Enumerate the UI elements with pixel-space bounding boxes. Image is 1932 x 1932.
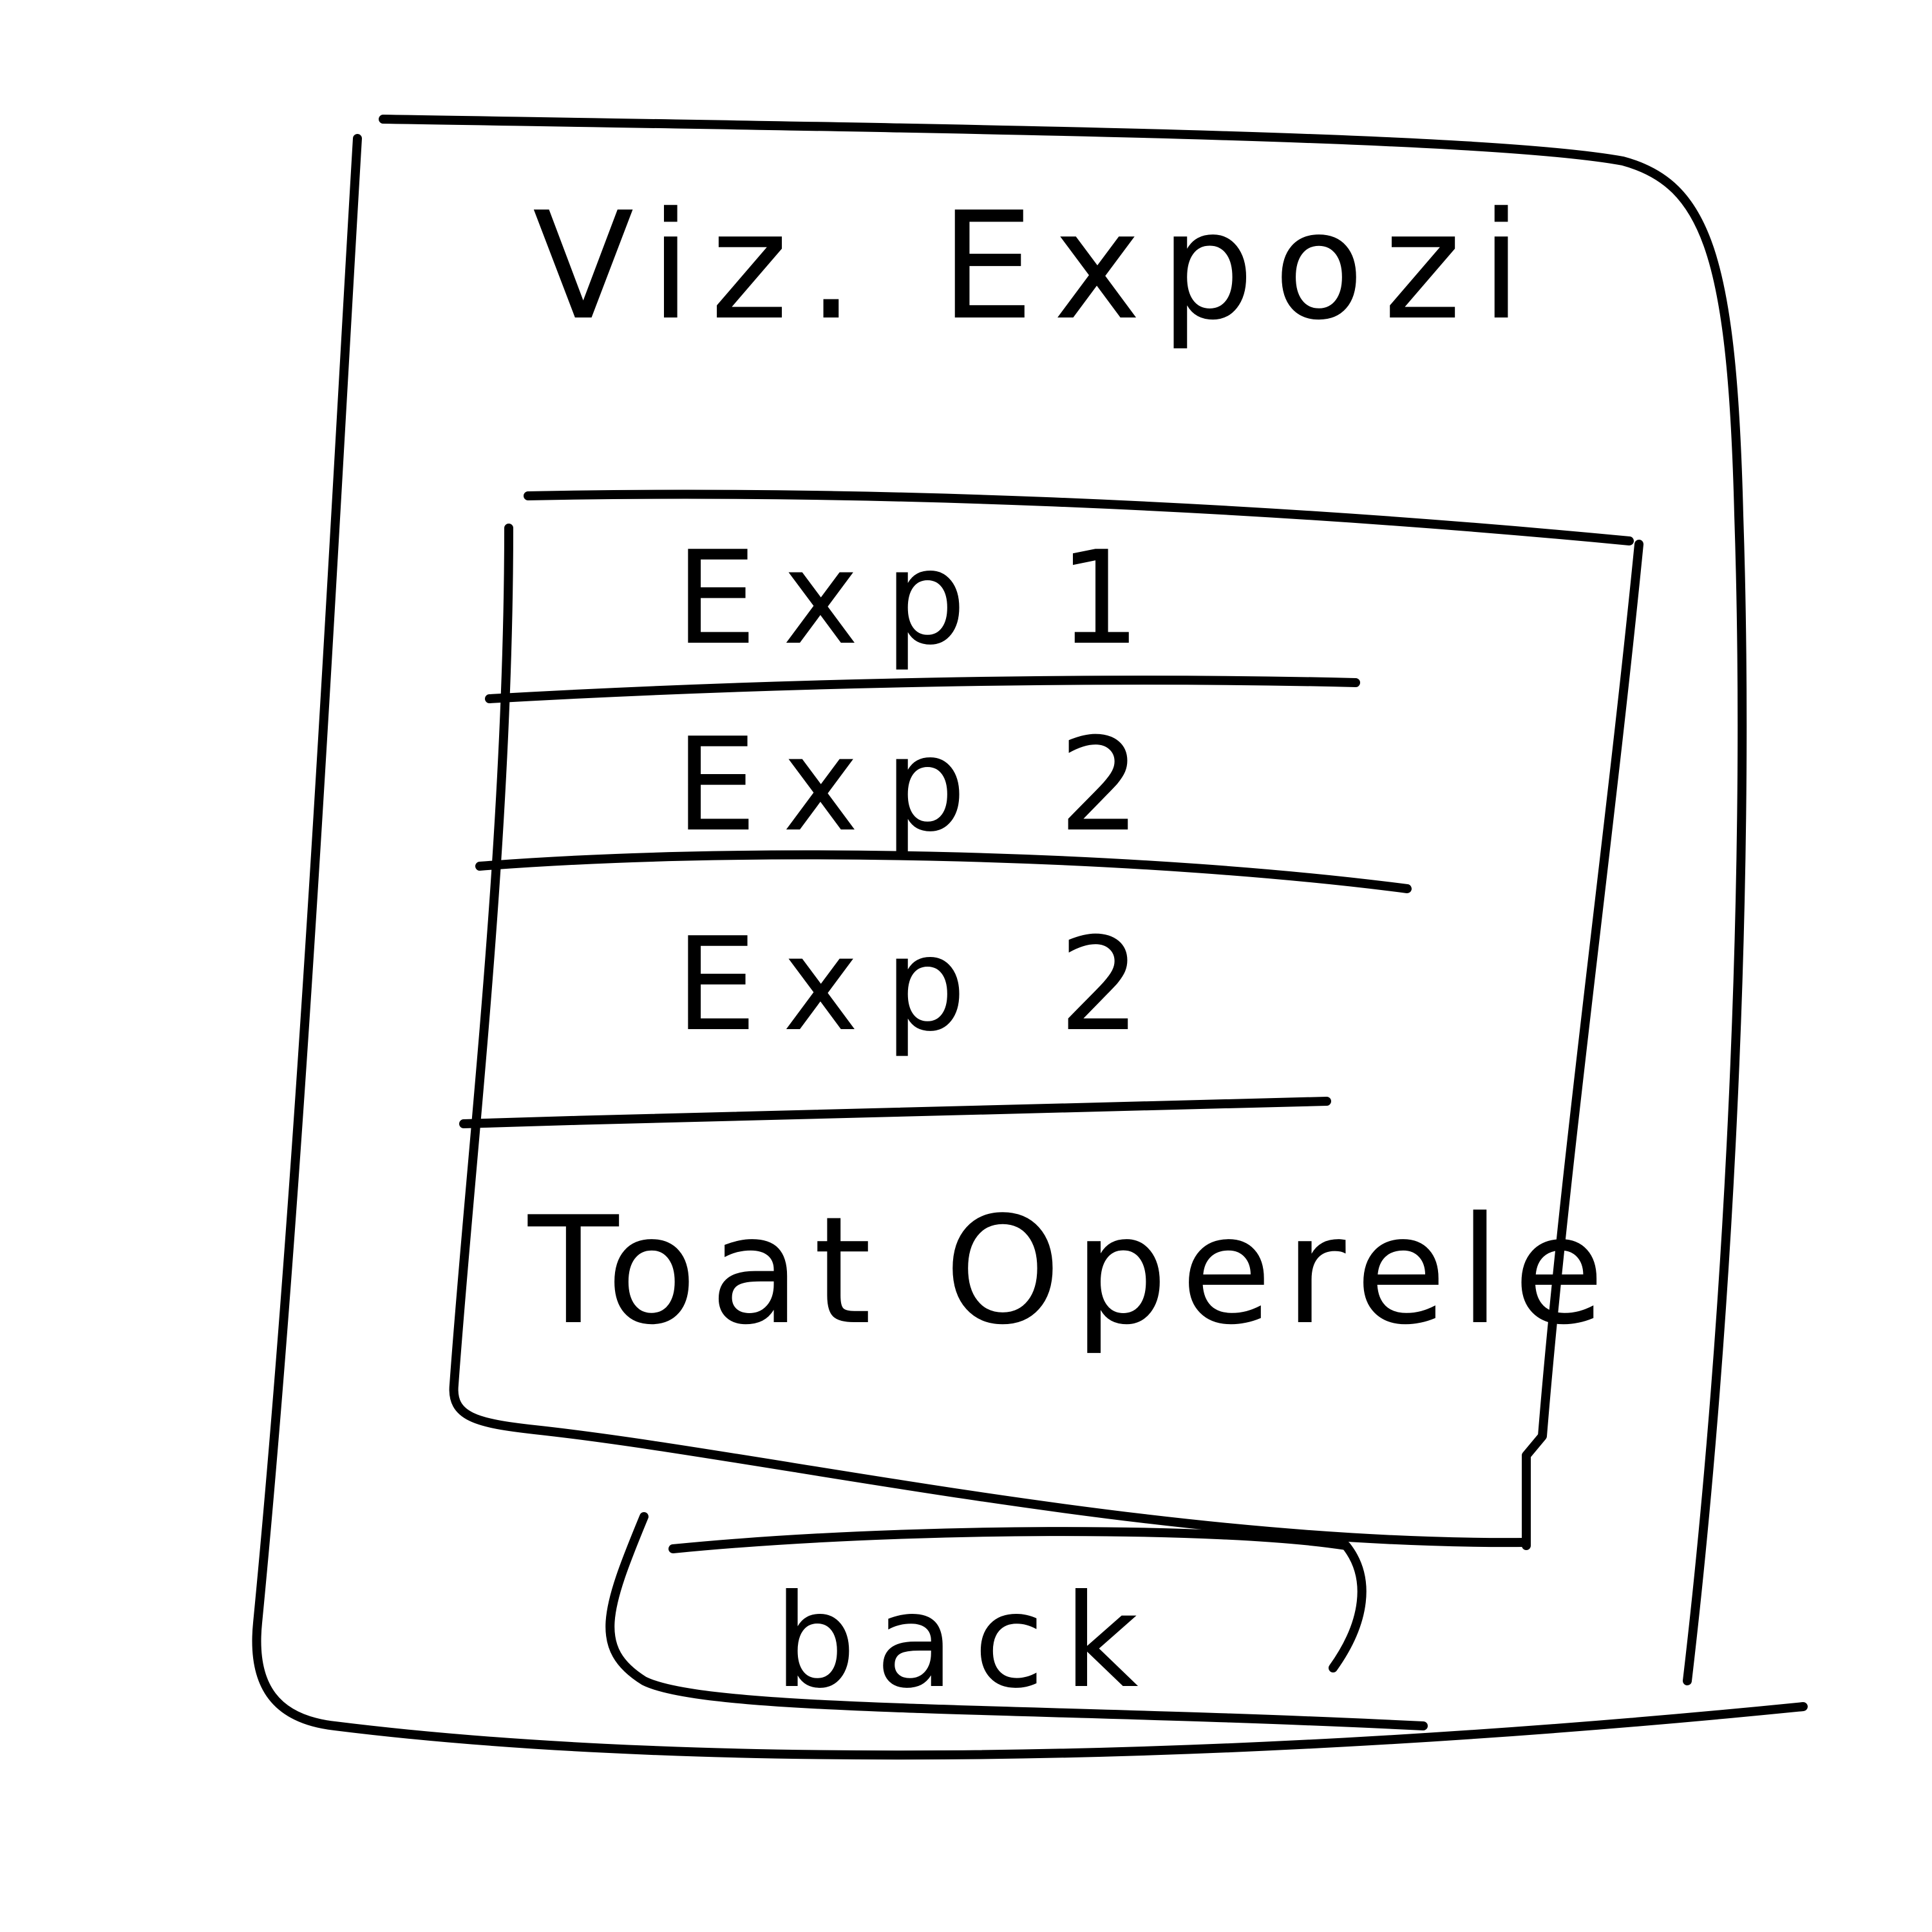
list-item-label: Toat Operele xyxy=(528,1186,1618,1358)
back-button-label: back xyxy=(774,1567,1158,1717)
list-item-label: Exp 1 xyxy=(675,524,1167,674)
page-title: Viz. Expozi xyxy=(533,181,1541,353)
list-item-label: Exp 2 xyxy=(675,710,1167,860)
list-item-label: Exp 2 xyxy=(675,910,1167,1060)
